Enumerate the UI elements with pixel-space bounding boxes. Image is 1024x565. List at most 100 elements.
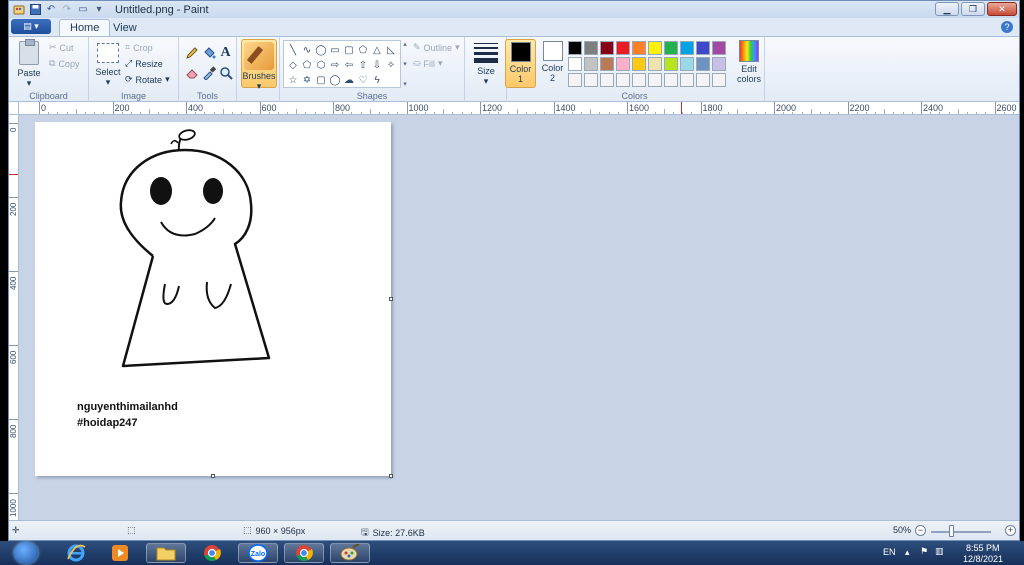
cloud-callout-icon[interactable]: ☁ [342, 73, 356, 88]
text-tool-icon[interactable]: A [217, 43, 234, 63]
drawing-canvas[interactable]: nguyenthimailanhd #hoidap247 [35, 122, 393, 478]
resize-icon: ⤢ [125, 58, 133, 68]
diamond-icon[interactable]: ◇ [286, 58, 300, 73]
chrome-icon[interactable] [284, 543, 324, 563]
paint-app-icon[interactable] [13, 4, 25, 16]
brushes-button[interactable]: Brushes ▾ [241, 39, 277, 91]
zoom-slider[interactable] [931, 531, 991, 533]
help-icon[interactable]: ? [1001, 21, 1013, 33]
customize-qat-icon[interactable]: ▭ [77, 4, 89, 16]
undo-icon[interactable]: ↶ [45, 4, 57, 16]
image-dimensions: 960 × 956px [255, 525, 306, 536]
heart-icon[interactable]: ♡ [356, 73, 370, 88]
clipboard-group: Paste ▾ ✂ Cut ⧉ Copy Clipboard [9, 37, 89, 102]
resize-button[interactable]: ⤢ Resize [125, 58, 163, 69]
chrome-icon[interactable] [192, 543, 232, 563]
window-title: Untitled.png - Paint [115, 3, 209, 16]
cut-button[interactable]: ✂ Cut [49, 42, 74, 53]
rectangle-icon[interactable]: ▭ [328, 43, 342, 58]
network-icon[interactable]: ▥ [935, 546, 944, 557]
gallery-more-icon[interactable]: ▾ [403, 80, 407, 88]
triangle-icon[interactable]: △ [370, 43, 384, 58]
title-bar: ↶ ↷ ▭ ▾ Untitled.png - Paint ▁ ❐ ✕ [9, 1, 1019, 18]
canvas-workspace[interactable]: nguyenthimailanhd #hoidap247 [19, 115, 1019, 520]
magnifier-icon[interactable] [217, 63, 234, 83]
ruler-tick [553, 102, 555, 114]
save-icon[interactable] [29, 4, 41, 16]
hexagon-icon[interactable]: ⬡ [314, 58, 328, 73]
fill-bucket-icon[interactable] [200, 43, 217, 63]
restore-button[interactable]: ❐ [961, 2, 985, 16]
paste-button[interactable]: Paste ▾ [17, 39, 41, 89]
resize-handle-corner[interactable] [389, 474, 393, 478]
pentagon-icon[interactable]: ⬠ [300, 58, 314, 73]
ruler-tick [186, 102, 187, 114]
curve-icon[interactable]: ∿ [300, 43, 314, 58]
ruler-label: 800 [9, 424, 18, 438]
ruler-tick [9, 419, 18, 420]
paint-icon[interactable] [330, 543, 370, 563]
rounded-callout-icon[interactable]: ▢ [314, 73, 328, 88]
ruler-label: 0 [41, 103, 47, 113]
rounded-rectangle-icon[interactable]: ▢ [342, 43, 356, 58]
show-hidden-icons-icon[interactable]: ▴ [905, 547, 910, 558]
close-button[interactable]: ✕ [987, 2, 1017, 16]
image-dimensions-status: ⬚ 960 × 956px [243, 525, 305, 536]
eraser-icon[interactable] [183, 63, 200, 83]
color-picker-icon[interactable] [200, 63, 217, 83]
resize-handle-bottom[interactable] [211, 474, 215, 478]
colors-group: Colors [505, 37, 765, 102]
five-point-star-icon[interactable]: ☆ [286, 73, 300, 88]
right-triangle-icon[interactable]: ◺ [384, 43, 398, 58]
zoom-in-button[interactable]: + [1005, 525, 1016, 536]
size-button[interactable]: Size ▾ [473, 43, 499, 87]
action-center-icon[interactable]: ⚑ [920, 546, 928, 557]
ruler-label: 600 [9, 350, 18, 364]
pencil-icon[interactable] [183, 43, 200, 63]
file-explorer-icon[interactable] [146, 543, 186, 563]
ruler-tick [480, 102, 481, 114]
zoom-slider-thumb[interactable] [949, 525, 954, 537]
outline-button[interactable]: ✎ Outline ▾ [413, 42, 460, 53]
down-arrow-icon[interactable]: ⇩ [370, 58, 384, 73]
quick-access-toolbar: ↶ ↷ ▭ ▾ [9, 1, 105, 18]
crop-button[interactable]: ⌗ Crop [125, 42, 153, 53]
ruler-tick [259, 102, 261, 114]
right-eye [203, 178, 223, 204]
rotate-button[interactable]: ⟳ Rotate ▾ [125, 74, 170, 85]
left-arrow-icon[interactable]: ⇦ [342, 58, 356, 73]
four-point-star-icon[interactable]: ✧ [384, 58, 398, 73]
zoom-out-button[interactable]: − [915, 525, 926, 536]
language-indicator[interactable]: EN [883, 547, 896, 557]
polygon-icon[interactable]: ⬠ [356, 43, 370, 58]
copy-button[interactable]: ⧉ Copy [49, 58, 79, 69]
right-arrow-icon[interactable]: ⇨ [328, 58, 342, 73]
oval-icon[interactable]: ◯ [314, 43, 328, 58]
select-button[interactable]: Select ▾ [95, 43, 121, 88]
media-player-icon[interactable] [100, 543, 140, 563]
up-arrow-icon[interactable]: ⇧ [356, 58, 370, 73]
redo-icon[interactable]: ↷ [61, 4, 73, 16]
resize-handle-right[interactable] [389, 297, 393, 301]
scroll-up-icon[interactable]: ▴ [403, 40, 407, 48]
clock-date[interactable]: 12/8/2021 [963, 554, 1003, 564]
scroll-down-icon[interactable]: ▾ [403, 60, 407, 68]
qat-dropdown-icon[interactable]: ▾ [93, 4, 105, 16]
file-menu-button[interactable]: ▤ ▾ [11, 19, 51, 34]
ruler-tick [774, 102, 775, 114]
windows-start-icon[interactable] [14, 542, 38, 564]
oval-callout-icon[interactable]: ◯ [328, 73, 342, 88]
six-point-star-icon[interactable]: ✡ [300, 73, 314, 88]
tools-grid: A [183, 43, 234, 83]
shapes-scroll[interactable]: ▴ ▾ ▾ [401, 40, 409, 88]
internet-explorer-icon[interactable] [56, 543, 96, 563]
clock-time[interactable]: 8:55 PM [966, 543, 1000, 553]
lightning-icon[interactable]: ϟ [370, 73, 384, 88]
brush-icon [244, 42, 274, 70]
line-icon[interactable]: ╲ [286, 43, 300, 58]
zalo-icon[interactable]: Zalo [238, 543, 278, 563]
fill-button[interactable]: ⛀ Fill ▾ [413, 58, 443, 69]
tab-view[interactable]: View [103, 19, 147, 36]
taskbar: Zalo EN ▴ ⚑ ▥ 8:55 PM 12/8/2021 [0, 541, 1024, 565]
minimize-button[interactable]: ▁ [935, 2, 959, 16]
